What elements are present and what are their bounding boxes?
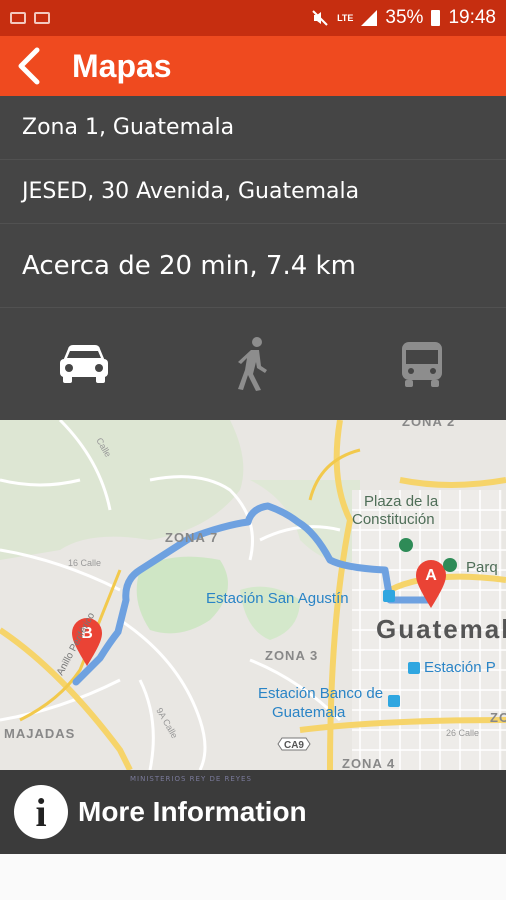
bus-icon (401, 342, 442, 387)
more-information-button[interactable]: i More Information (0, 770, 506, 854)
label-parque: Parq (466, 559, 498, 576)
label-san-agustin: Estación San Agustín (206, 590, 349, 607)
network-type: LTE (337, 12, 354, 23)
map-canvas: A B ZONA 2 ZONA 7 ZONA 3 ZONA 4 ZONA 5 M… (0, 420, 506, 770)
info-icon: i (14, 785, 68, 839)
back-arrow-icon (18, 47, 40, 85)
mute-icon (312, 10, 328, 26)
battery-icon (431, 10, 441, 26)
clock: 19:48 (448, 7, 496, 28)
destination-field[interactable]: JESED, 30 Avenida, Guatemala (0, 160, 506, 224)
marker-a-label: A (425, 567, 437, 584)
status-bar: LTE 35% 19:48 (0, 0, 506, 36)
car-icon (60, 345, 109, 383)
notification-icons (0, 12, 50, 24)
bottom-blank-area (0, 854, 506, 900)
page-title: Mapas (72, 47, 172, 84)
label-ca9: CA9 (284, 740, 304, 751)
label-zona3: ZONA 3 (265, 648, 318, 663)
mode-walk-button[interactable] (169, 308, 338, 420)
label-zona7: ZONA 7 (165, 530, 218, 545)
route-map[interactable]: A B ZONA 2 ZONA 7 ZONA 3 ZONA 4 ZONA 5 M… (0, 420, 506, 770)
label-zona4: ZONA 4 (342, 756, 395, 770)
label-plaza-2: Constitución (352, 511, 435, 528)
label-zona5: ZONA 5 (490, 710, 506, 725)
label-banco-1: Estación Banco de (258, 685, 383, 702)
mode-car-button[interactable] (0, 308, 169, 420)
ministry-label: MINISTERIOS REY DE REYES (130, 775, 252, 783)
origin-field[interactable]: Zona 1, Guatemala (0, 96, 506, 160)
label-plaza-1: Plaza de la (364, 493, 439, 510)
label-banco-2: Guatemala (272, 704, 346, 721)
mode-transit-button[interactable] (337, 308, 506, 420)
back-button[interactable] (0, 36, 56, 96)
gallery-notification-icon (10, 12, 26, 24)
label-26-calle: 26 Calle (446, 728, 479, 738)
label-estacion-p: Estación P (424, 659, 496, 676)
ca9-shield: CA9 (277, 737, 311, 751)
more-information-label: More Information (78, 796, 307, 827)
route-summary: Acerca de 20 min, 7.4 km (0, 224, 506, 308)
travel-mode-selector (0, 308, 506, 420)
walk-icon (238, 337, 267, 391)
label-majadas: MAJADAS (4, 726, 75, 741)
label-guatemala: Guatemala (376, 614, 506, 644)
status-indicators: LTE 35% 19:48 (311, 7, 506, 29)
app-bar: Mapas (0, 36, 506, 96)
label-zona2: ZONA 2 (402, 420, 455, 429)
battery-percent: 35% (385, 7, 424, 28)
label-16-calle: 16 Calle (68, 558, 101, 568)
signal-icon (361, 10, 378, 26)
directions-panel: Zona 1, Guatemala JESED, 30 Avenida, Gua… (0, 96, 506, 420)
media-notification-icon (34, 12, 50, 24)
